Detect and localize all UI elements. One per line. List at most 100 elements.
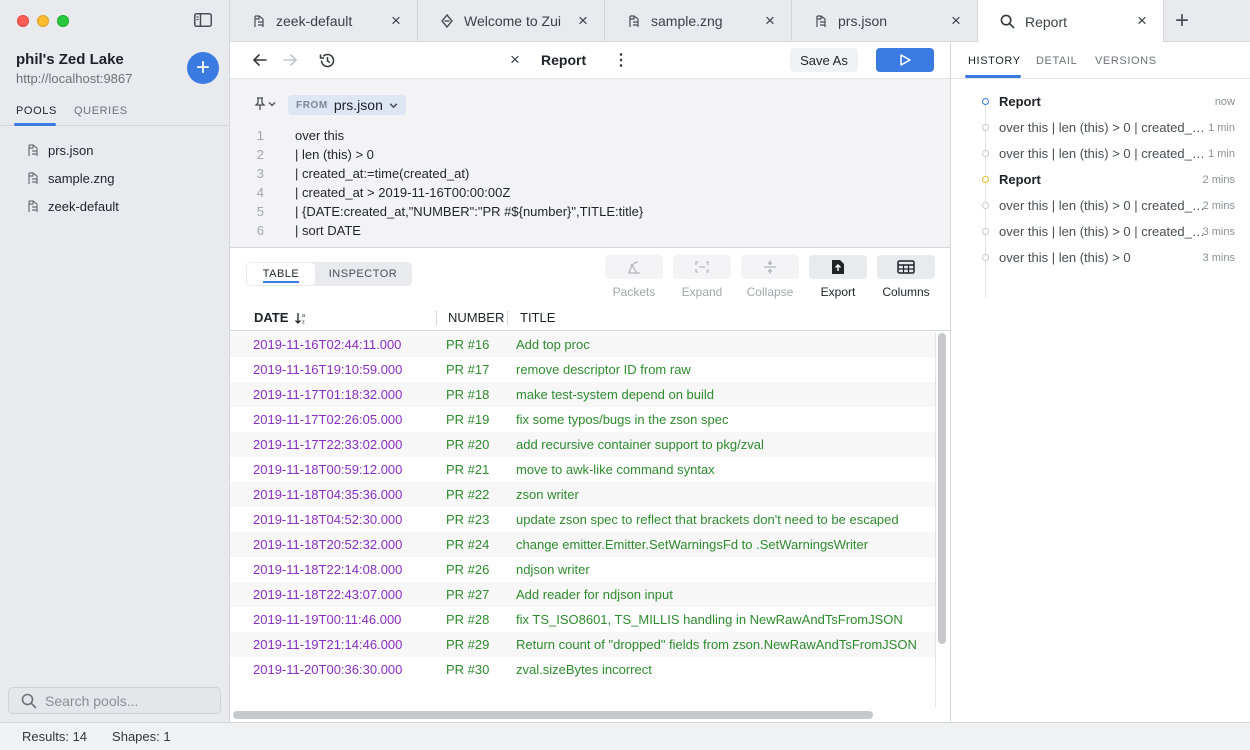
more-options-icon[interactable]: ⋮	[613, 50, 629, 70]
history-item[interactable]: Report now	[951, 88, 1250, 114]
save-as-button[interactable]: Save As	[790, 48, 858, 72]
table-row[interactable]: 2019-11-18T04:52:30.000 PR #23 update zson…	[230, 507, 935, 532]
tab-detail[interactable]: DETAIL	[1036, 55, 1077, 67]
cell-date[interactable]: 2019-11-19T00:11:46.000	[230, 612, 446, 627]
code-area[interactable]: 1 over this 2 | len (this) > 0 3 | created_…	[230, 126, 950, 240]
cell-title[interactable]: zson writer	[516, 487, 579, 502]
tab-table[interactable]: TABLE	[247, 263, 315, 285]
tab-sample-zng[interactable]: sample.zng ×	[605, 0, 792, 42]
cell-date[interactable]: 2019-11-18T00:59:12.000	[230, 462, 446, 477]
cell-title[interactable]: move to awk-like command syntax	[516, 462, 715, 477]
table-row[interactable]: 2019-11-17T02:26:05.000 PR #19 fix some ty…	[230, 407, 935, 432]
cell-number[interactable]: PR #22	[446, 487, 516, 502]
table-row[interactable]: 2019-11-17T22:33:02.000 PR #20 add recursi…	[230, 432, 935, 457]
tab-pools[interactable]: POOLS	[16, 105, 57, 117]
history-item[interactable]: over this | len (this) > 0 | created_at:…	[951, 140, 1250, 166]
minimize-window-button[interactable]	[37, 15, 49, 27]
tab-zeek-default[interactable]: zeek-default ×	[230, 0, 418, 42]
pool-item[interactable]: prs.json	[0, 136, 230, 164]
run-button[interactable]	[876, 48, 934, 72]
columns-tool[interactable]: Columns	[876, 255, 936, 299]
export-tool[interactable]: Export	[808, 255, 868, 299]
query-title[interactable]: Report	[541, 52, 586, 68]
history-icon[interactable]	[319, 52, 336, 69]
table-row[interactable]: 2019-11-18T22:43:07.000 PR #27 Add reader …	[230, 582, 935, 607]
cell-title[interactable]: make test-system depend on build	[516, 387, 714, 402]
table-row[interactable]: 2019-11-18T20:52:32.000 PR #24 change emit…	[230, 532, 935, 557]
cell-date[interactable]: 2019-11-18T22:14:08.000	[230, 562, 446, 577]
tab-welcome[interactable]: Welcome to Zui ×	[418, 0, 605, 42]
cell-date[interactable]: 2019-11-17T22:33:02.000	[230, 437, 446, 452]
cell-title[interactable]: update zson spec to reflect that bracket…	[516, 512, 899, 527]
tab-history[interactable]: HISTORY	[968, 55, 1021, 67]
sort-ascending-icon[interactable]: az	[294, 311, 308, 325]
packets-button[interactable]	[605, 255, 663, 279]
packets-tool[interactable]: Packets	[604, 255, 664, 299]
collapse-tool[interactable]: Collapse	[740, 255, 800, 299]
close-icon[interactable]: ×	[949, 12, 963, 29]
lake-name[interactable]: phil's Zed Lake	[16, 51, 124, 68]
history-item[interactable]: over this | len (this) > 0 | created_at:…	[951, 218, 1250, 244]
cell-number[interactable]: PR #20	[446, 437, 516, 452]
search-pools[interactable]	[8, 687, 221, 714]
history-item[interactable]: Report 2 mins	[951, 166, 1250, 192]
cell-date[interactable]: 2019-11-16T19:10:59.000	[230, 362, 446, 377]
close-window-button[interactable]	[17, 15, 29, 27]
cell-number[interactable]: PR #18	[446, 387, 516, 402]
history-item[interactable]: over this | len (this) > 0 | created_at:…	[951, 114, 1250, 140]
cell-title[interactable]: fix TS_ISO8601, TS_MILLIS handling in Ne…	[516, 612, 903, 627]
column-resize-handle[interactable]	[507, 311, 508, 325]
cell-title[interactable]: Add reader for ndjson input	[516, 587, 673, 602]
add-button[interactable]: +	[187, 52, 219, 84]
cell-title[interactable]: fix some typos/bugs in the zson spec	[516, 412, 728, 427]
cell-date[interactable]: 2019-11-17T01:18:32.000	[230, 387, 446, 402]
column-header-number[interactable]: NUMBER	[448, 310, 504, 325]
tab-inspector[interactable]: INSPECTOR	[316, 262, 410, 286]
cell-title[interactable]: zval.sizeBytes incorrect	[516, 662, 652, 677]
cell-title[interactable]: change emitter.Emitter.SetWarningsFd to …	[516, 537, 868, 552]
from-pool-pill[interactable]: FROM prs.json	[288, 95, 406, 115]
tab-report[interactable]: Report ×	[978, 0, 1164, 43]
cell-date[interactable]: 2019-11-18T04:52:30.000	[230, 512, 446, 527]
cell-number[interactable]: PR #17	[446, 362, 516, 377]
cell-date[interactable]: 2019-11-18T04:35:36.000	[230, 487, 446, 502]
back-arrow-icon[interactable]	[252, 52, 268, 68]
pin-menu[interactable]	[254, 97, 276, 111]
cell-date[interactable]: 2019-11-19T21:14:46.000	[230, 637, 446, 652]
forward-arrow-icon[interactable]	[282, 52, 298, 68]
column-header-title[interactable]: TITLE	[520, 310, 555, 325]
column-header-date[interactable]: DATE	[254, 310, 288, 325]
table-row[interactable]: 2019-11-18T04:35:36.000 PR #22 zson writer	[230, 482, 935, 507]
query-editor[interactable]: FROM prs.json 1 over this 2 | len (this) >…	[230, 79, 950, 248]
table-row[interactable]: 2019-11-19T21:14:46.000 PR #29 Return coun…	[230, 632, 935, 657]
cell-number[interactable]: PR #21	[446, 462, 516, 477]
cell-title[interactable]: ndjson writer	[516, 562, 590, 577]
close-icon[interactable]: ×	[389, 12, 403, 29]
pool-item[interactable]: zeek-default	[0, 192, 230, 220]
collapse-button[interactable]	[741, 255, 799, 279]
cell-number[interactable]: PR #28	[446, 612, 516, 627]
cell-date[interactable]: 2019-11-18T20:52:32.000	[230, 537, 446, 552]
columns-button[interactable]	[877, 255, 935, 279]
cell-date[interactable]: 2019-11-16T02:44:11.000	[230, 337, 446, 352]
close-icon[interactable]: ×	[1135, 12, 1149, 29]
cell-date[interactable]: 2019-11-17T02:26:05.000	[230, 412, 446, 427]
cell-number[interactable]: PR #19	[446, 412, 516, 427]
tab-queries[interactable]: QUERIES	[74, 105, 128, 117]
vertical-scrollbar[interactable]	[938, 333, 946, 644]
cell-title[interactable]: add recursive container support to pkg/z…	[516, 437, 764, 452]
history-item[interactable]: over this | len (this) > 0 3 mins	[951, 244, 1250, 270]
cell-title[interactable]: Add top proc	[516, 337, 590, 352]
cell-number[interactable]: PR #27	[446, 587, 516, 602]
cell-date[interactable]: 2019-11-20T00:36:30.000	[230, 662, 446, 677]
cell-number[interactable]: PR #30	[446, 662, 516, 677]
zoom-window-button[interactable]	[57, 15, 69, 27]
horizontal-scrollbar[interactable]	[233, 711, 873, 719]
cell-number[interactable]: PR #29	[446, 637, 516, 652]
cell-number[interactable]: PR #23	[446, 512, 516, 527]
search-pools-input[interactable]	[45, 692, 215, 709]
sidebar-toggle-icon[interactable]	[194, 13, 212, 27]
table-row[interactable]: 2019-11-18T00:59:12.000 PR #21 move to awk…	[230, 457, 935, 482]
cell-number[interactable]: PR #24	[446, 537, 516, 552]
close-icon[interactable]: ×	[763, 12, 777, 29]
